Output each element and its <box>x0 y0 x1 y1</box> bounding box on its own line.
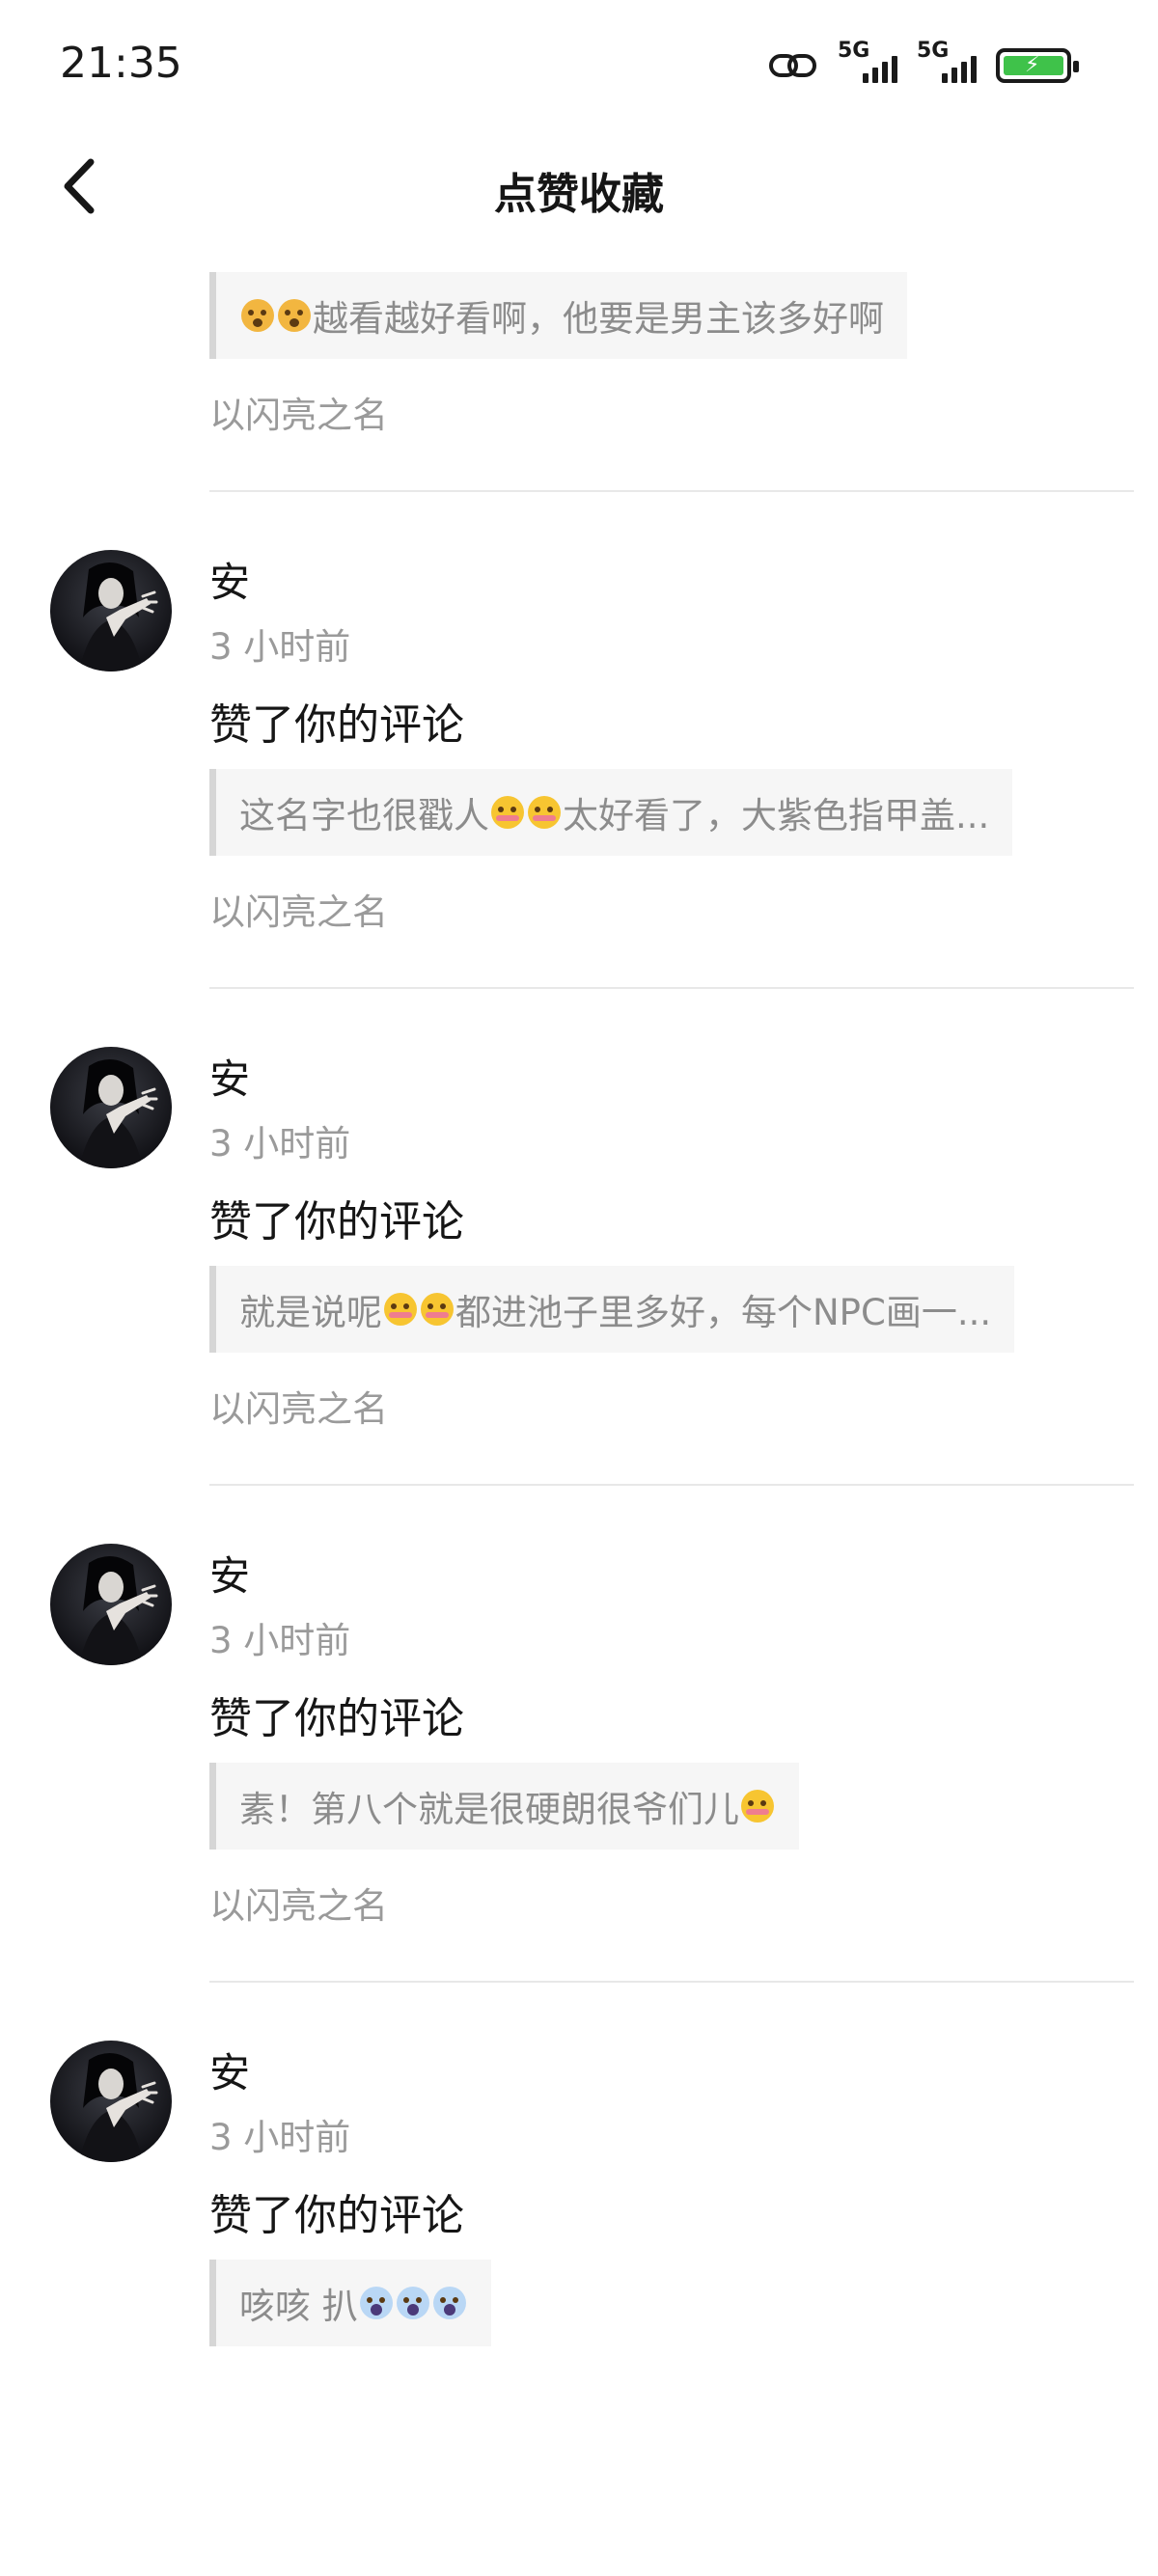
scream-emoji-icon <box>432 2287 466 2319</box>
action-text: 赞了你的评论 <box>209 2191 464 2240</box>
quote-text: 咳咳 扒 <box>239 2286 358 2327</box>
page-title: 点赞收藏 <box>494 170 664 219</box>
divider <box>209 987 1134 989</box>
quoted-comment[interactable]: 就是说呢 都进池子里多好，每个NPC画一... <box>209 1266 1015 1353</box>
quote-text: 太好看了，大紫色指甲盖... <box>563 795 990 836</box>
avatar-image <box>50 1047 172 1168</box>
user-name[interactable]: 安 <box>209 550 250 609</box>
avatar[interactable] <box>50 1047 172 1168</box>
battery-charging-icon: ⚡ <box>996 48 1079 83</box>
signal-icon: 5G <box>917 39 977 89</box>
nav-bar: 点赞收藏 <box>0 125 1158 251</box>
quote-text: 越看越好看啊，他要是男主该多好啊 <box>313 298 884 340</box>
blush-emoji-icon <box>491 796 524 829</box>
timestamp: 3 小时前 <box>209 626 351 668</box>
quote-text: 素！第八个就是很硬朗很爷们儿 <box>239 1789 739 1830</box>
scream-emoji-icon <box>396 2287 429 2319</box>
notification-item[interactable]: 安 3 小时前 赞了你的评论 咳咳 扒 <box>0 2012 1158 2508</box>
notification-item[interactable]: 安 3 小时前 赞了你的评论 越看越好看啊，他要是男主该多好啊 以闪亮之名 <box>0 251 1158 521</box>
shock-emoji-icon <box>278 299 311 332</box>
user-name[interactable]: 安 <box>209 1544 250 1603</box>
quote-text: 这名字也很戳人 <box>239 795 489 836</box>
user-name[interactable]: 安 <box>209 2041 250 2099</box>
source-name[interactable]: 以闪亮之名 <box>209 883 388 935</box>
action-text: 赞了你的评论 <box>209 1694 464 1743</box>
blush-emoji-icon <box>384 1293 417 1326</box>
blush-emoji-icon <box>528 796 561 829</box>
action-text: 赞了你的评论 <box>209 1197 464 1247</box>
quote-text: 都进池子里多好，每个NPC画一... <box>455 1292 992 1333</box>
notification-item[interactable]: 安 3 小时前 赞了你的评论 就是说呢 都进池子里多好，每个NPC画一... 以闪… <box>0 1018 1158 1515</box>
scream-emoji-icon <box>359 2287 393 2319</box>
avatar[interactable] <box>50 2041 172 2162</box>
quote-text: 就是说呢 <box>239 1292 382 1333</box>
source-name[interactable]: 以闪亮之名 <box>209 1877 388 1929</box>
notification-item[interactable]: 安 3 小时前 赞了你的评论 这名字也很戳人 太好看了，大紫色指甲盖... 以闪亮… <box>0 521 1158 1018</box>
user-name[interactable]: 安 <box>209 1047 250 1106</box>
quoted-comment[interactable]: 越看越好看啊，他要是男主该多好啊 <box>209 272 907 359</box>
divider <box>209 1981 1134 1983</box>
timestamp: 3 小时前 <box>209 2117 351 2158</box>
quoted-comment[interactable]: 这名字也很戳人 太好看了，大紫色指甲盖... <box>209 769 1013 856</box>
blush-emoji-icon <box>741 1790 774 1822</box>
source-name[interactable]: 以闪亮之名 <box>209 386 388 438</box>
divider <box>209 490 1134 492</box>
avatar-image <box>50 2041 172 2162</box>
source-name[interactable]: 以闪亮之名 <box>209 1380 388 1432</box>
quoted-comment[interactable]: 咳咳 扒 <box>209 2260 491 2346</box>
status-bar: 21:35 5G 5G ⚡ <box>0 0 1158 125</box>
avatar[interactable] <box>50 550 172 671</box>
avatar-image <box>50 1544 172 1665</box>
timestamp: 3 小时前 <box>209 1620 351 1661</box>
notification-item[interactable]: 安 3 小时前 赞了你的评论 素！第八个就是很硬朗很爷们儿 以闪亮之名 <box>0 1515 1158 2012</box>
link-icon <box>769 54 816 77</box>
shock-emoji-icon <box>241 299 274 332</box>
quoted-comment[interactable]: 素！第八个就是很硬朗很爷们儿 <box>209 1763 799 1850</box>
timestamp: 3 小时前 <box>209 1123 351 1165</box>
avatar[interactable] <box>50 1544 172 1665</box>
blush-emoji-icon <box>421 1293 454 1326</box>
status-icons: 5G 5G ⚡ <box>768 39 1079 89</box>
divider <box>209 1484 1134 1486</box>
notification-list[interactable]: 安 3 小时前 赞了你的评论 越看越好看啊，他要是男主该多好啊 以闪亮之名 <box>0 251 1158 2576</box>
avatar-image <box>50 550 172 671</box>
action-text: 赞了你的评论 <box>209 251 464 255</box>
status-time: 21:35 <box>60 39 182 88</box>
signal-icon: 5G <box>838 39 897 89</box>
action-text: 赞了你的评论 <box>209 700 464 750</box>
